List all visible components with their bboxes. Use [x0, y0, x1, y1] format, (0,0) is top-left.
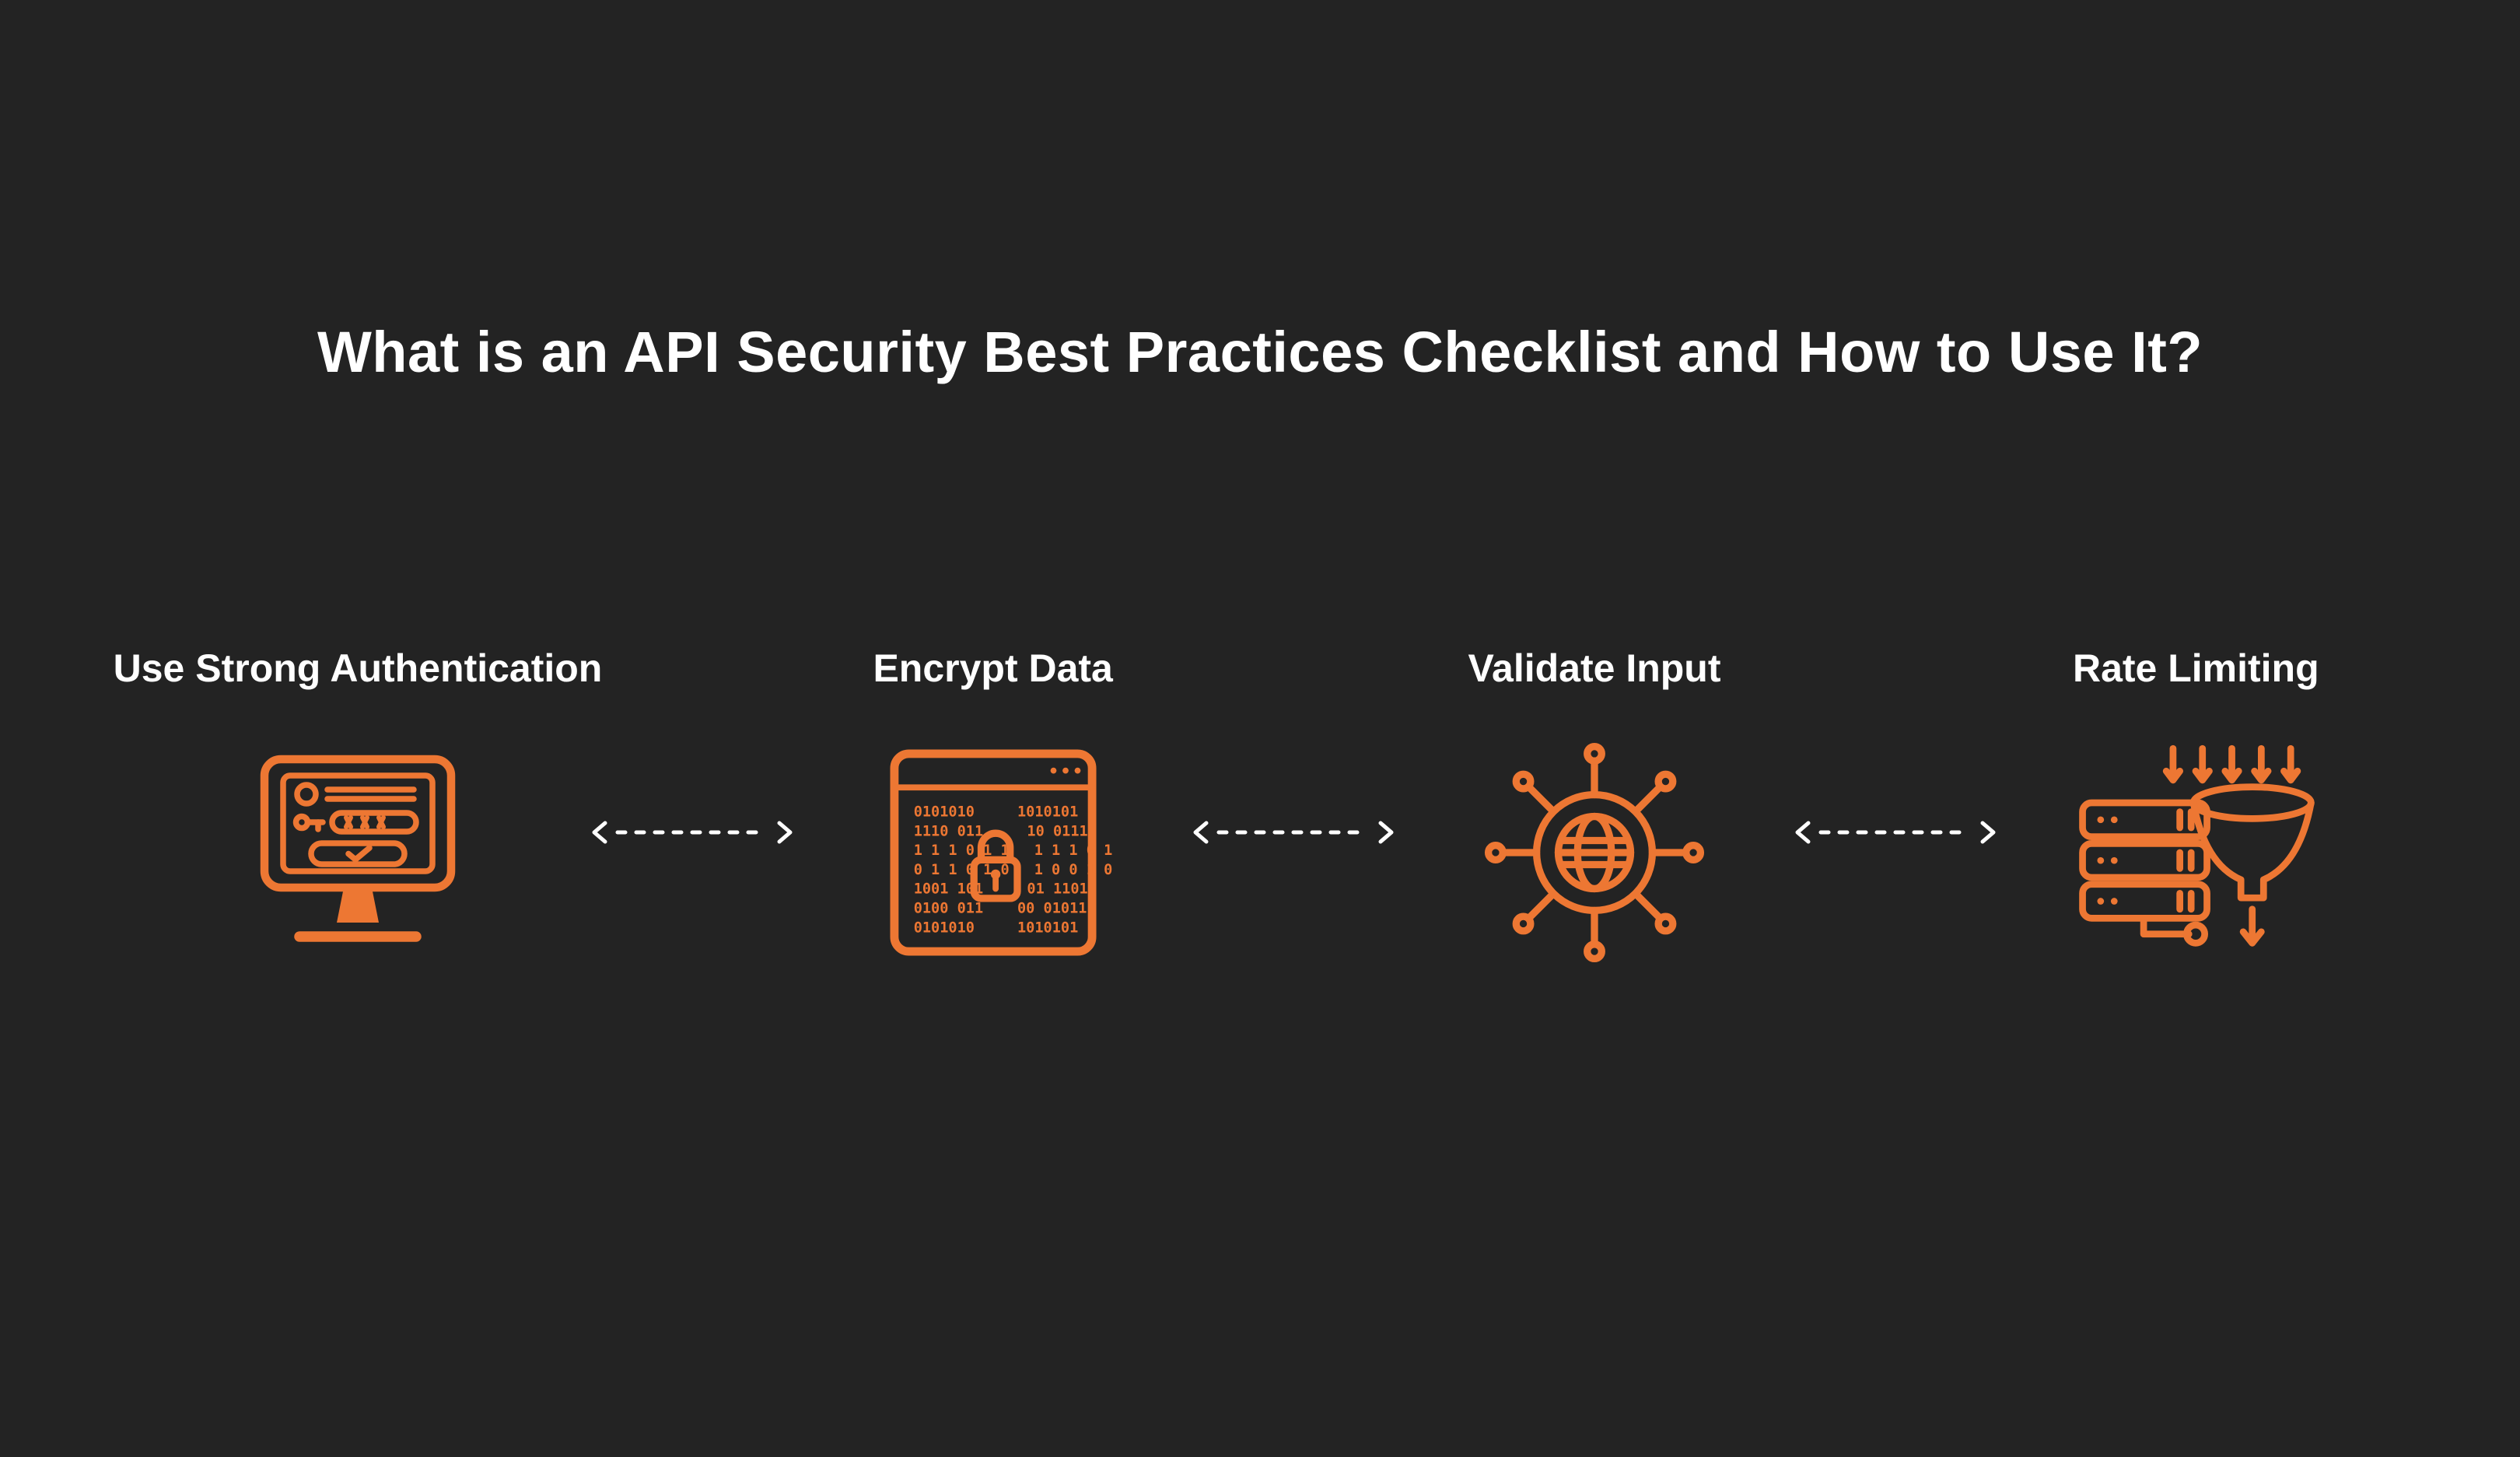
- item-encrypt: Encrypt Data 0101010 1110 011: [793, 646, 1192, 977]
- validate-input-gear-icon: [1470, 728, 1719, 977]
- svg-text:00 01011: 00 01011: [1017, 901, 1087, 917]
- item-label: Encrypt Data: [873, 646, 1112, 691]
- item-rate-limiting: Rate Limiting: [1997, 646, 2396, 977]
- svg-text:1010101: 1010101: [1017, 804, 1078, 821]
- svg-text:1 1 1 0 1: 1 1 1 0 1: [1034, 842, 1112, 859]
- diagram-canvas: What is an API Security Best Practices C…: [0, 0, 2520, 1457]
- item-label: Use Strong Authentication: [114, 646, 603, 691]
- svg-text:1010101: 1010101: [1017, 919, 1078, 936]
- connector-arrow-icon: [1192, 817, 1395, 848]
- item-label: Validate Input: [1468, 646, 1720, 691]
- diagram-title: What is an API Security Best Practices C…: [0, 319, 2520, 385]
- rate-limiting-funnel-icon: [2071, 728, 2320, 977]
- authentication-monitor-icon: [233, 728, 482, 977]
- svg-text:0101010: 0101010: [913, 804, 974, 821]
- item-authentication: Use Strong Authentication: [124, 646, 591, 977]
- connector-arrow-icon: [591, 817, 793, 848]
- svg-text:0101010: 0101010: [913, 919, 974, 936]
- svg-text:1 0 0 1 0: 1 0 0 1 0: [1034, 862, 1112, 878]
- svg-text:01 1101: 01 1101: [1027, 881, 1087, 898]
- svg-text:10 0111: 10 0111: [1027, 823, 1087, 839]
- encrypt-data-icon: 0101010 1110 011 1 1 1 0 1 1 0 1 1 0 1 0…: [869, 728, 1118, 977]
- svg-text:1110 011: 1110 011: [913, 823, 982, 839]
- item-label: Rate Limiting: [2073, 646, 2319, 691]
- items-row: Use Strong Authentication: [124, 646, 2396, 977]
- svg-text:0100 011: 0100 011: [913, 901, 982, 917]
- item-validate: Validate Input: [1395, 646, 1794, 977]
- connector-arrow-icon: [1794, 817, 1997, 848]
